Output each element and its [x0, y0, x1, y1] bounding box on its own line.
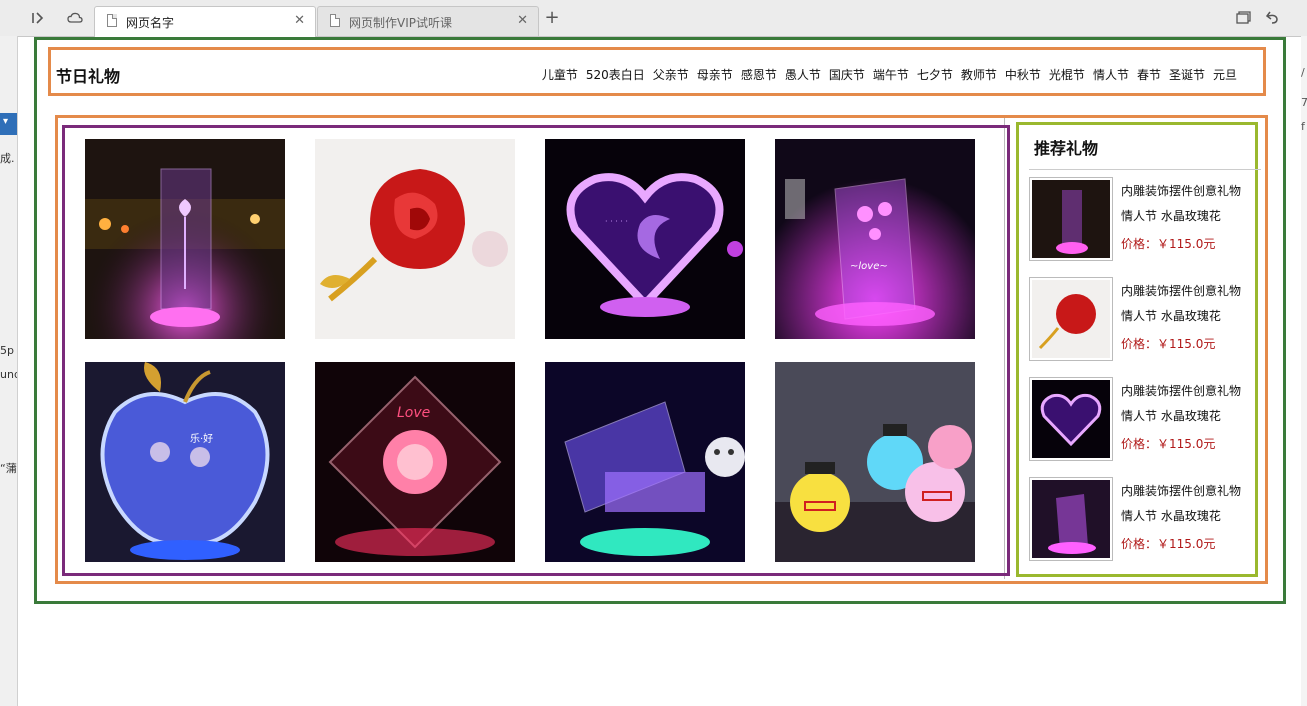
recommended-item[interactable]: 内雕装饰摆件创意礼物 情人节 水晶玫瑰花 价格：￥115.0元: [1029, 277, 1259, 365]
item-thumbnail[interactable]: [1029, 277, 1113, 361]
svg-text:· · · · ·: · · · · ·: [605, 217, 628, 226]
tab-label: 网页制作VIP试听课: [349, 16, 452, 30]
gallery-image-octopus-lamps[interactable]: [775, 362, 975, 562]
gallery-image-crystal-love-rose-diamond[interactable]: Love: [315, 362, 515, 562]
svg-text:乐·好: 乐·好: [190, 433, 213, 445]
nav-item[interactable]: 教师节: [961, 68, 997, 82]
tab-webpage-name[interactable]: 网页名字 ✕: [94, 6, 316, 37]
document-icon: [107, 14, 117, 27]
item-thumbnail[interactable]: [1029, 177, 1113, 261]
gallery-image-crystal-piano[interactable]: [545, 362, 745, 562]
gallery-image-crystal-apple[interactable]: 乐·好: [85, 362, 285, 562]
nav-item[interactable]: 元旦: [1213, 68, 1237, 82]
site-brand: 节日礼物: [56, 67, 121, 86]
left-strip-text: und: [0, 368, 17, 381]
cloud-icon[interactable]: [66, 9, 84, 27]
item-name[interactable]: 情人节 水晶玫瑰花: [1121, 204, 1261, 229]
nav-item[interactable]: 儿童节: [542, 68, 578, 82]
item-name[interactable]: 内雕装饰摆件创意礼物: [1121, 379, 1261, 404]
left-strip-text: “蒲: [0, 462, 17, 475]
sidebar-toggle-icon[interactable]: [29, 9, 47, 27]
divider: [1029, 169, 1261, 170]
svg-text:~love~: ~love~: [850, 261, 888, 272]
recommended-item[interactable]: 内雕装饰摆件创意礼物 情人节 水晶玫瑰花 价格：￥115.0元: [1029, 477, 1259, 565]
item-price: 价格：￥115.0元: [1121, 337, 1216, 351]
sidebar-title: 推荐礼物: [1034, 139, 1099, 158]
item-name[interactable]: 内雕装饰摆件创意礼物: [1121, 179, 1261, 204]
recommended-item[interactable]: 内雕装饰摆件创意礼物 情人节 水晶玫瑰花 价格：￥115.0元: [1029, 177, 1259, 265]
item-name[interactable]: 情人节 水晶玫瑰花: [1121, 304, 1261, 329]
gallery-image-crystal-heart[interactable]: · · · · ·: [545, 139, 745, 339]
item-name[interactable]: 内雕装饰摆件创意礼物: [1121, 479, 1261, 504]
background-window-left: ▾ 成. 5p und “蒲: [0, 36, 18, 706]
gallery-image-crystal-rose-cube[interactable]: [85, 139, 285, 339]
nav-item[interactable]: 光棍节: [1049, 68, 1085, 82]
svg-text:Love: Love: [397, 405, 430, 421]
header: 节日礼物 儿童节 520表白日 父亲节 母亲节 感恩节 愚人节 国庆节 端午节 七夕节 教师节 中秋…: [48, 47, 1266, 96]
recommended-sidebar: 推荐礼物 内雕装饰摆件创意礼物 情人节 水晶玫瑰花 价格：￥115.0元 内雕装…: [1016, 122, 1261, 577]
item-thumbnail[interactable]: [1029, 477, 1113, 561]
nav-item[interactable]: 愚人节: [785, 68, 821, 82]
holiday-nav: 儿童节 520表白日 父亲节 母亲节 感恩节 愚人节 国庆节 端午节 七夕节 教师节 中秋节 光棍节情…: [534, 66, 1237, 83]
left-strip-text: 5p: [0, 344, 14, 357]
nav-item[interactable]: 情人节: [1093, 68, 1129, 82]
nav-item[interactable]: 父亲节: [653, 68, 689, 82]
nav-item[interactable]: 春节: [1137, 68, 1161, 82]
recommended-item[interactable]: 内雕装饰摆件创意礼物 情人节 水晶玫瑰花 价格：￥115.0元: [1029, 377, 1259, 465]
item-price: 价格：￥115.0元: [1121, 537, 1216, 551]
item-thumbnail[interactable]: [1029, 377, 1113, 461]
blue-panel-tab: ▾: [0, 113, 17, 135]
nav-item[interactable]: 母亲节: [697, 68, 733, 82]
tab-list-icon[interactable]: [1234, 9, 1252, 27]
left-strip-text: 成.: [0, 152, 15, 165]
close-icon[interactable]: ✕: [517, 13, 528, 28]
nav-item[interactable]: 感恩节: [741, 68, 777, 82]
browser-tab-bar: 网页名字 ✕ 网页制作VIP试听课 ✕ +: [0, 0, 1307, 37]
tab-vip-course[interactable]: 网页制作VIP试听课 ✕: [317, 6, 539, 36]
close-icon[interactable]: ✕: [294, 13, 305, 28]
tab-label: 网页名字: [126, 16, 175, 30]
nav-item[interactable]: 端午节: [873, 68, 909, 82]
background-window-right: / 7 f: [1301, 36, 1307, 706]
gallery-image-crystal-flower-block[interactable]: ~love~: [775, 139, 975, 339]
item-name[interactable]: 情人节 水晶玫瑰花: [1121, 504, 1261, 529]
new-tab-button[interactable]: +: [543, 9, 561, 27]
document-icon: [330, 14, 340, 27]
nav-item[interactable]: 520表白日: [586, 68, 645, 82]
item-name[interactable]: 内雕装饰摆件创意礼物: [1121, 279, 1261, 304]
nav-item[interactable]: 七夕节: [917, 68, 953, 82]
item-price: 价格：￥115.0元: [1121, 237, 1216, 251]
gallery-image-red-gold-rose[interactable]: [315, 139, 515, 339]
nav-item[interactable]: 国庆节: [829, 68, 865, 82]
undo-icon[interactable]: [1263, 9, 1281, 27]
nav-item[interactable]: 中秋节: [1005, 68, 1041, 82]
item-price: 价格：￥115.0元: [1121, 437, 1216, 451]
item-name[interactable]: 情人节 水晶玫瑰花: [1121, 404, 1261, 429]
nav-item[interactable]: 圣诞节: [1169, 68, 1205, 82]
